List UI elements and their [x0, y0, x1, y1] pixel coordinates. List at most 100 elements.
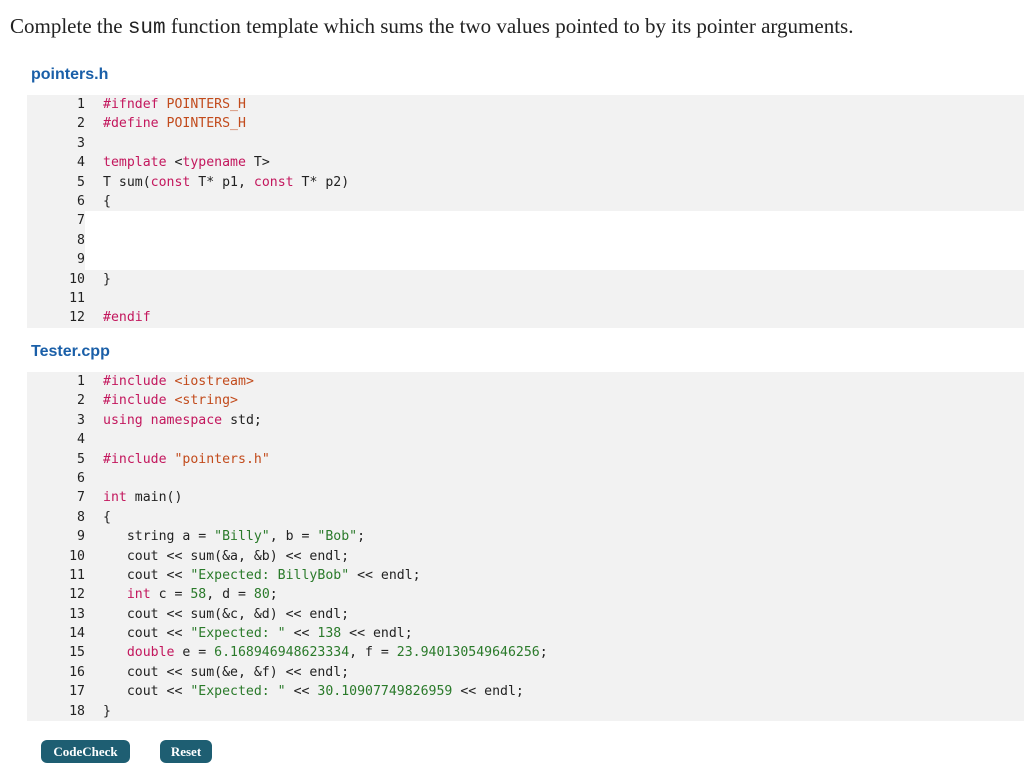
- line-number-text: 5: [77, 451, 85, 467]
- line-number: 3: [27, 133, 85, 154]
- line-number: 11: [27, 565, 85, 586]
- line-number-text: 6: [77, 193, 85, 209]
- line-number-text: 9: [77, 529, 85, 545]
- code-text: double e = 6.168946948623334, f = 23.940…: [126, 645, 548, 661]
- line-number: 1: [27, 95, 85, 115]
- line-number: 10: [27, 269, 85, 289]
- code-line: 12 #endif: [27, 308, 1024, 328]
- code-line: 6: [27, 468, 1024, 489]
- code-line: 2 #define POINTERS_H: [27, 114, 1024, 134]
- code-text: cout << "Expected: BillyBob" << endl;: [103, 567, 421, 583]
- code-line: 3 using namespace std;: [27, 410, 1024, 431]
- line-number-text: 6: [77, 470, 85, 486]
- code-line: 5 #include "pointers.h": [27, 449, 1024, 469]
- prompt-before: Complete the: [10, 14, 128, 38]
- code-line: 11: [27, 288, 1024, 309]
- line-number: 9: [27, 527, 85, 547]
- code-text: string a = "Billy", b = "Bob";: [103, 529, 366, 545]
- code-line: 4: [27, 430, 1024, 450]
- line-number: 5: [27, 449, 85, 469]
- code-line: 2 #include <string>: [27, 391, 1024, 411]
- line-number: 8: [27, 230, 85, 251]
- code-line: 12 int c = 58, d = 80;: [27, 585, 1024, 605]
- line-number: 12: [27, 585, 85, 605]
- line-number: 4: [27, 430, 85, 450]
- code-line: 6{: [27, 191, 1024, 212]
- line-number-text: 12: [69, 587, 85, 603]
- line-number: 5: [27, 172, 85, 192]
- code-text: template <typename T>: [103, 155, 270, 171]
- code-line: 5 T sum(const T* p1, const T* p2): [27, 172, 1024, 192]
- code-line: 16 cout << sum(&e, &f) << endl;: [27, 662, 1024, 683]
- line-number: 11: [27, 288, 85, 309]
- code-text: cout << "Expected: " << 138 << endl;: [103, 626, 413, 642]
- code-text: int main(): [103, 490, 183, 506]
- code-line: 1 #ifndef POINTERS_H: [27, 95, 1024, 115]
- code-text: using namespace std;: [103, 412, 262, 428]
- code-line: 17 cout << "Expected: " << 30.1090774982…: [27, 682, 1024, 702]
- code-line: 8{: [27, 507, 1024, 528]
- line-number: 13: [27, 604, 85, 625]
- code-editor-pointers-h: 1 #ifndef POINTERS_H 2 #define POINTERS_H 3 4…: [27, 95, 1024, 328]
- line-number-text: 9: [77, 252, 85, 268]
- line-number: 3: [27, 410, 85, 431]
- code-line: 7 int main(): [27, 488, 1024, 508]
- code-text: T sum(const T* p1, const T* p2): [103, 174, 350, 190]
- line-number-text: 3: [77, 135, 85, 151]
- line-number-text: 18: [69, 703, 85, 719]
- editable-code-line[interactable]: 8: [27, 230, 1024, 251]
- code-line: 1 #include <iostream>: [27, 372, 1024, 392]
- code-text: #define POINTERS_H: [103, 116, 246, 132]
- code-line: 13 cout << sum(&c, &d) << endl;: [27, 604, 1024, 625]
- line-number-text: 12: [69, 310, 85, 326]
- code-text: }: [103, 703, 111, 719]
- code-line: 10}: [27, 269, 1024, 289]
- line-number-text: 3: [77, 412, 85, 428]
- code-text: cout << "Expected: " << 30.1090774982695…: [103, 684, 524, 700]
- code-text: cout << sum(&e, &f) << endl;: [103, 664, 350, 680]
- file-title-tester-cpp: Tester.cpp: [31, 343, 110, 360]
- problem-prompt: Complete the sum function template which…: [10, 14, 1010, 40]
- line-number-text: 11: [69, 567, 85, 583]
- line-number-text: 2: [77, 393, 85, 409]
- code-text: #endif: [103, 310, 151, 326]
- line-number: 2: [27, 391, 85, 411]
- code-text: #ifndef POINTERS_H: [103, 97, 246, 112]
- line-number-text: 4: [77, 432, 85, 448]
- editable-code-line[interactable]: 9: [27, 250, 1024, 270]
- file-title-pointers-h: pointers.h: [31, 66, 109, 83]
- line-number: 6: [27, 191, 85, 212]
- editable-code-line[interactable]: 7: [27, 211, 1024, 231]
- codecheck-button[interactable]: CodeCheck: [41, 740, 130, 763]
- line-number: 8: [27, 507, 85, 528]
- line-number: 10: [27, 546, 85, 566]
- line-number-text: 1: [77, 97, 85, 112]
- line-number-text: 15: [69, 645, 85, 661]
- line-number-text: 16: [69, 664, 85, 680]
- line-number-text: 2: [77, 116, 85, 132]
- line-number-text: 5: [77, 174, 85, 190]
- line-number-text: 10: [69, 271, 85, 287]
- code-text: int c = 58, d = 80;: [126, 587, 278, 603]
- line-number: 16: [27, 662, 85, 683]
- code-line: 4 template <typename T>: [27, 153, 1024, 173]
- line-number: 17: [27, 682, 85, 702]
- line-number: 7: [27, 488, 85, 508]
- line-number-text: 4: [77, 155, 85, 171]
- code-line: 18}: [27, 701, 1024, 722]
- line-number-text: 13: [69, 606, 85, 622]
- line-number: 7: [27, 211, 85, 231]
- code-editor-tester-cpp: 1 #include <iostream> 2 #include <string> 3 u…: [27, 372, 1024, 722]
- line-number-text: 1: [77, 374, 85, 389]
- line-number-text: 7: [77, 213, 85, 229]
- code-line: 14 cout << "Expected: " << 138 << endl;: [27, 624, 1024, 644]
- line-number: 9: [27, 250, 85, 270]
- reset-button[interactable]: Reset: [160, 740, 212, 763]
- prompt-code-word: sum: [127, 17, 166, 40]
- line-number-text: 14: [69, 626, 85, 642]
- code-text: {: [103, 193, 111, 209]
- line-number: 15: [27, 643, 85, 663]
- line-number: 18: [27, 701, 85, 722]
- line-number: 14: [27, 624, 85, 644]
- line-number-text: 8: [77, 509, 85, 525]
